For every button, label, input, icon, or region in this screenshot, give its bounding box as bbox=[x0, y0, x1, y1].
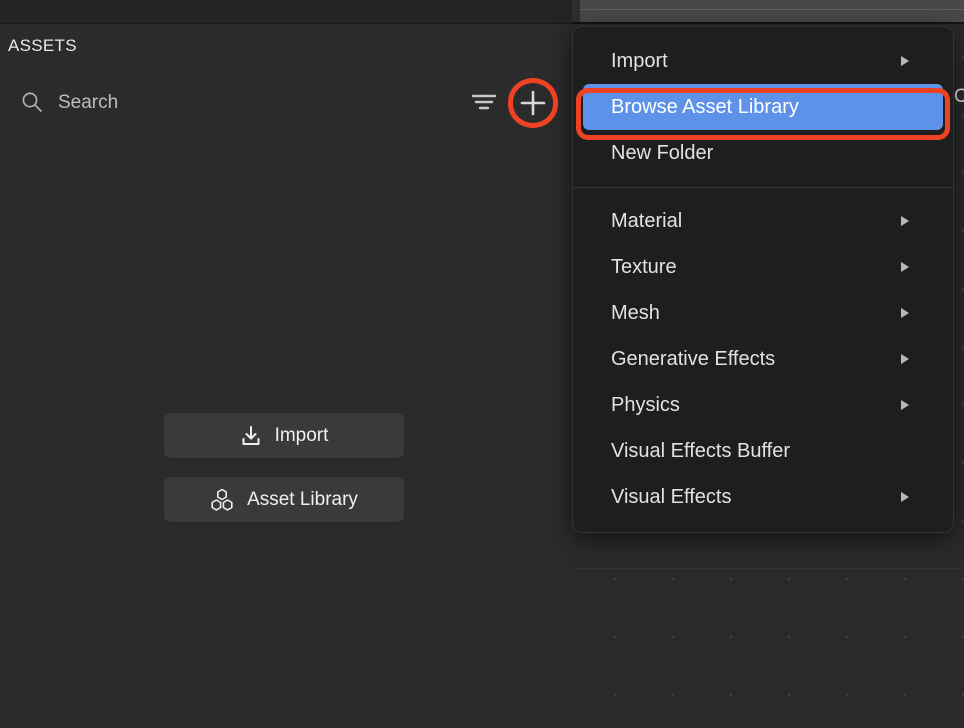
menu-item-label: Physics bbox=[611, 393, 680, 416]
menu-item-browse-asset-library[interactable]: Browse Asset Library bbox=[583, 84, 943, 130]
asset-library-button-label: Asset Library bbox=[247, 488, 358, 510]
add-asset-context-menu: Import Browse Asset Library New Folder M… bbox=[572, 26, 954, 533]
menu-item-visual-effects[interactable]: Visual Effects bbox=[573, 474, 953, 520]
menu-item-generative-effects[interactable]: Generative Effects bbox=[573, 336, 953, 382]
menu-item-label: Material bbox=[611, 209, 683, 232]
download-icon bbox=[240, 425, 262, 447]
menu-item-new-folder[interactable]: New Folder bbox=[573, 130, 953, 176]
top-toolbar-strip[interactable] bbox=[580, 0, 964, 22]
menu-separator bbox=[573, 187, 953, 188]
toolbar-rule bbox=[580, 9, 964, 10]
menu-item-physics[interactable]: Physics bbox=[573, 382, 953, 428]
filter-icon[interactable] bbox=[470, 89, 498, 115]
import-button-label: Import bbox=[274, 424, 329, 446]
menu-item-label: Texture bbox=[611, 255, 677, 278]
menu-item-label: Generative Effects bbox=[611, 347, 776, 370]
viewport-divider-line bbox=[572, 568, 964, 569]
empty-state-actions: Import Asset Library bbox=[164, 413, 404, 522]
asset-library-button[interactable]: Asset Library bbox=[164, 477, 404, 522]
toolbar-strip-cap bbox=[572, 0, 580, 22]
add-asset-button[interactable] bbox=[518, 88, 548, 118]
menu-item-label: Import bbox=[611, 49, 668, 72]
menu-item-label: Visual Effects Buffer bbox=[611, 439, 790, 462]
menu-item-label: New Folder bbox=[611, 141, 714, 164]
menu-item-import[interactable]: Import bbox=[573, 38, 953, 84]
search-input-wrapper[interactable] bbox=[58, 86, 448, 120]
search-icon bbox=[21, 91, 43, 113]
chevron-right-icon bbox=[901, 492, 909, 502]
toolbar-strip-divider bbox=[572, 22, 964, 24]
menu-item-material[interactable]: Material bbox=[573, 198, 953, 244]
chevron-right-icon bbox=[901, 216, 909, 226]
page-title: ASSETS bbox=[8, 36, 77, 55]
chevron-right-icon bbox=[901, 308, 909, 318]
menu-item-label: Mesh bbox=[611, 301, 660, 324]
chevron-right-icon bbox=[901, 354, 909, 364]
hexagons-icon bbox=[210, 488, 234, 512]
chevron-right-icon bbox=[901, 262, 909, 272]
import-button[interactable]: Import bbox=[164, 413, 404, 458]
menu-item-texture[interactable]: Texture bbox=[573, 244, 953, 290]
menu-item-mesh[interactable]: Mesh bbox=[573, 290, 953, 336]
menu-item-label: Visual Effects bbox=[611, 485, 732, 508]
assets-panel: ASSETS Search Import Asset Library bbox=[0, 0, 572, 728]
menu-item-visual-effects-buffer[interactable]: Visual Effects Buffer bbox=[573, 428, 953, 474]
clipped-edge-label: C bbox=[954, 86, 964, 107]
menu-item-label: Browse Asset Library bbox=[611, 95, 799, 118]
assets-panel-topbar bbox=[0, 0, 572, 24]
chevron-right-icon bbox=[901, 56, 909, 66]
app-root: ASSETS Search Import Asset Library C Imp… bbox=[0, 0, 964, 728]
search-input[interactable] bbox=[58, 86, 448, 120]
chevron-right-icon bbox=[901, 400, 909, 410]
